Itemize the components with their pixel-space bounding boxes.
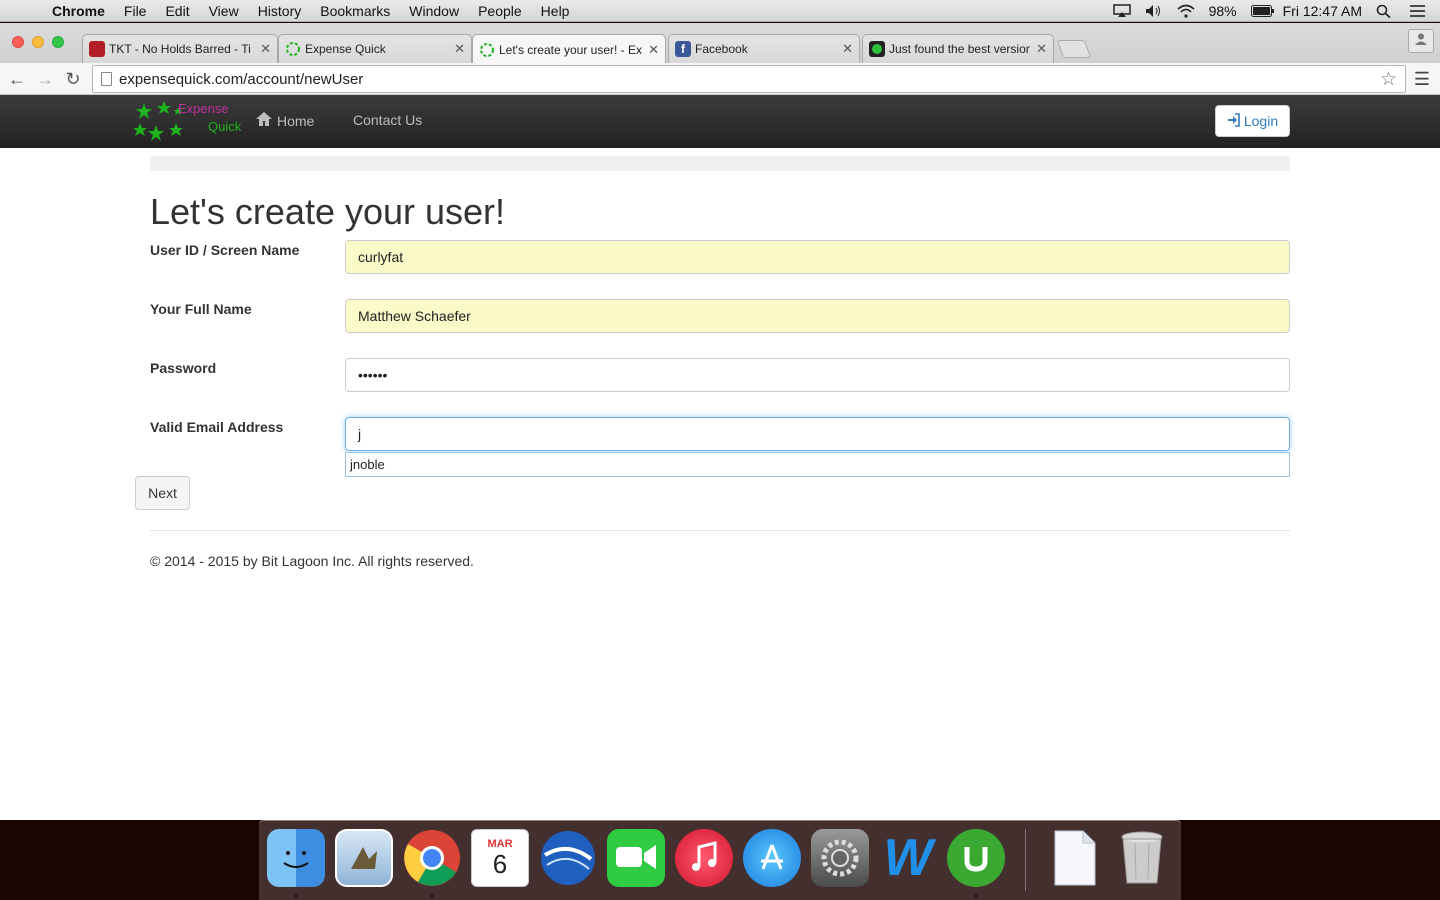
fullname-label: Your Full Name xyxy=(150,301,252,317)
page-title: Let's create your user! xyxy=(150,191,506,232)
password-label: Password xyxy=(150,360,217,376)
window-minimize-button[interactable] xyxy=(32,36,44,48)
calendar-day: 6 xyxy=(492,849,508,879)
spotlight-search-icon[interactable] xyxy=(1376,4,1394,19)
tab-close-icon[interactable]: ✕ xyxy=(648,42,659,58)
address-bar[interactable]: expensequick.com/account/newUser ☆ xyxy=(92,65,1406,93)
login-icon xyxy=(1227,112,1241,130)
tab-label: Expense Quick xyxy=(305,42,386,56)
autocomplete-suggestion[interactable]: jnoble xyxy=(345,452,1290,477)
site-navbar: Expense Quick Home Contact Us Login xyxy=(0,95,1440,148)
footer-copyright: © 2014 - 2015 by Bit Lagoon Inc. All rig… xyxy=(150,553,474,569)
tkt-favicon-icon xyxy=(89,41,105,57)
email-input[interactable]: j xyxy=(345,417,1290,451)
menubar-clock[interactable]: Fri 12:47 AM xyxy=(1283,3,1362,19)
itunes-icon[interactable] xyxy=(675,829,733,887)
tab-close-icon[interactable]: ✕ xyxy=(1036,41,1047,57)
dock-running-indicator xyxy=(974,894,978,898)
next-button[interactable]: Next xyxy=(135,476,190,510)
tab-tkt[interactable]: TKT - No Holds Barred - Ti ✕ xyxy=(82,34,278,63)
password-input[interactable]: •••••• xyxy=(345,358,1290,392)
tab-expense-quick[interactable]: Expense Quick ✕ xyxy=(278,34,472,63)
bookmark-star-icon[interactable]: ☆ xyxy=(1380,68,1397,91)
document-icon[interactable] xyxy=(1045,829,1103,887)
progress-bar xyxy=(150,156,1290,171)
wifi-icon[interactable] xyxy=(1177,4,1195,18)
home-icon xyxy=(256,112,272,129)
dock: MAR 6 W xyxy=(259,820,1181,900)
userid-input[interactable]: curlyfat xyxy=(345,240,1290,274)
browser-window: TKT - No Holds Barred - Ti ✕ Expense Qui… xyxy=(0,23,1440,820)
app-store-icon[interactable] xyxy=(743,829,801,887)
expensequick-logo[interactable]: Expense Quick xyxy=(133,99,244,145)
nav-home-link[interactable]: Home xyxy=(256,112,314,129)
url-text: expensequick.com/account/newUser xyxy=(119,70,364,88)
tab-strip: TKT - No Holds Barred - Ti ✕ Expense Qui… xyxy=(0,23,1440,64)
browser-toolbar: ← → ↻ expensequick.com/account/newUser ☆… xyxy=(0,63,1440,95)
tab-close-icon[interactable]: ✕ xyxy=(454,41,465,57)
nav-home-label: Home xyxy=(277,112,315,129)
reload-icon[interactable]: ↻ xyxy=(62,67,84,91)
facebook-favicon-icon: f xyxy=(675,41,691,57)
back-icon[interactable]: ← xyxy=(6,67,28,91)
menu-view[interactable]: View xyxy=(209,3,239,19)
system-preferences-icon[interactable] xyxy=(811,829,869,887)
google-earth-icon[interactable] xyxy=(539,829,597,887)
menu-history[interactable]: History xyxy=(258,3,302,19)
userid-label: User ID / Screen Name xyxy=(150,242,300,258)
dock-separator xyxy=(1025,829,1026,891)
menu-app-name[interactable]: Chrome xyxy=(52,3,105,19)
menu-edit[interactable]: Edit xyxy=(165,3,189,19)
facetime-icon[interactable] xyxy=(607,829,665,887)
chrome-menu-icon[interactable]: ☰ xyxy=(1414,69,1430,90)
airplay-icon[interactable] xyxy=(1112,4,1131,18)
dock-running-indicator xyxy=(294,894,298,898)
green-favicon-icon xyxy=(869,41,885,57)
fullname-input[interactable]: Matthew Schaefer xyxy=(345,299,1290,333)
tab-label: Facebook xyxy=(695,42,748,56)
page-icon xyxy=(101,72,112,86)
tab-green-site[interactable]: Just found the best version ✕ xyxy=(862,34,1054,63)
battery-icon[interactable] xyxy=(1250,4,1274,18)
window-close-button[interactable] xyxy=(12,36,24,48)
menubar: Chrome File Edit View History Bookmarks … xyxy=(0,0,1440,22)
calendar-icon[interactable]: MAR 6 xyxy=(471,829,529,887)
tab-close-icon[interactable]: ✕ xyxy=(260,41,271,57)
footer-divider xyxy=(150,530,1290,531)
volume-icon[interactable] xyxy=(1145,4,1163,18)
tab-label: Let's create your user! - Ex xyxy=(499,42,643,57)
login-label: Login xyxy=(1243,113,1279,129)
menu-people[interactable]: People xyxy=(478,3,522,19)
expensequick-favicon-icon xyxy=(285,41,301,57)
menu-help[interactable]: Help xyxy=(541,3,570,19)
expensequick-favicon-icon xyxy=(479,42,495,58)
window-maximize-button[interactable] xyxy=(52,36,64,48)
word-icon[interactable]: W xyxy=(879,829,937,887)
tab-close-icon[interactable]: ✕ xyxy=(842,41,853,57)
nav-contact-link[interactable]: Contact Us xyxy=(353,112,422,128)
tab-create-user[interactable]: Let's create your user! - Ex ✕ xyxy=(472,34,666,64)
tab-label: TKT - No Holds Barred - Ti xyxy=(109,42,251,56)
menu-window[interactable]: Window xyxy=(409,3,459,19)
logo-text-quick: Quick xyxy=(208,119,242,134)
new-tab-button[interactable] xyxy=(1056,40,1092,58)
tab-facebook[interactable]: f Facebook ✕ xyxy=(668,34,860,63)
notification-center-icon[interactable] xyxy=(1408,4,1426,18)
chrome-icon[interactable] xyxy=(403,829,461,887)
login-button[interactable]: Login xyxy=(1215,105,1290,137)
logo-text-expense: Expense xyxy=(178,101,229,116)
finder-icon[interactable] xyxy=(267,829,325,887)
forward-icon[interactable]: → xyxy=(34,67,56,91)
mail-icon[interactable] xyxy=(335,829,393,887)
tab-label: Just found the best version xyxy=(889,42,1031,56)
dock-running-indicator xyxy=(430,894,434,898)
email-label: Valid Email Address xyxy=(150,419,284,435)
menu-file[interactable]: File xyxy=(124,3,147,19)
utorrent-icon[interactable] xyxy=(947,829,1005,887)
battery-percent: 98% xyxy=(1208,3,1237,19)
trash-icon[interactable] xyxy=(1113,829,1171,887)
menu-bookmarks[interactable]: Bookmarks xyxy=(320,3,390,19)
profile-icon[interactable] xyxy=(1408,29,1434,53)
